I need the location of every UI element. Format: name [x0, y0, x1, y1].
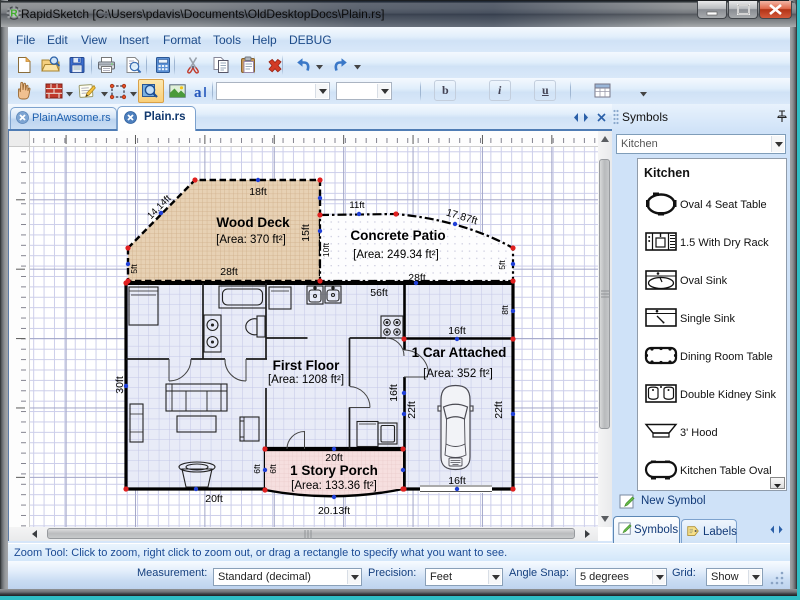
svg-text:Double Kidney Sink: Double Kidney Sink	[680, 389, 777, 401]
svg-text:56ft: 56ft	[370, 287, 388, 299]
svg-text:18ft: 18ft	[249, 186, 267, 198]
svg-text:22ft: 22ft	[493, 401, 505, 419]
svg-text:1 Story Porch: 1 Story Porch	[290, 463, 378, 478]
svg-text:6ft: 6ft	[268, 464, 278, 474]
svg-text:20.13ft: 20.13ft	[318, 505, 350, 517]
svg-text:Wood Deck: Wood Deck	[216, 215, 290, 230]
svg-text:a: a	[194, 85, 202, 100]
svg-text:[Area: 249.34 ft²]: [Area: 249.34 ft²]	[353, 249, 439, 261]
svg-text:16ft: 16ft	[448, 325, 466, 337]
svg-text:Concrete Patio: Concrete Patio	[350, 228, 445, 243]
svg-text:First Floor: First Floor	[273, 358, 340, 373]
svg-text:16ft: 16ft	[388, 384, 400, 402]
svg-text:8ft: 8ft	[500, 305, 510, 315]
svg-text:11ft: 11ft	[349, 200, 365, 211]
svg-text:[Area: 352 ft²]: [Area: 352 ft²]	[423, 368, 493, 380]
svg-text:[Area: 1208 ft²]: [Area: 1208 ft²]	[268, 374, 344, 386]
svg-text:5ft: 5ft	[129, 264, 139, 274]
svg-text:3' Hood: 3' Hood	[680, 427, 718, 439]
svg-text:Dining Room Table: Dining Room Table	[680, 351, 773, 363]
svg-text:1 Car Attached: 1 Car Attached	[412, 345, 507, 360]
svg-text:15ft: 15ft	[300, 224, 312, 242]
svg-text:Oval 4 Seat Table: Oval 4 Seat Table	[680, 199, 767, 211]
svg-text:Single Sink: Single Sink	[680, 313, 736, 325]
svg-text:[Area: 370 ft²]: [Area: 370 ft²]	[216, 234, 286, 246]
svg-text:R: R	[10, 9, 18, 20]
svg-text:Oval Sink: Oval Sink	[680, 275, 728, 287]
svg-text:16ft: 16ft	[448, 475, 466, 487]
svg-text:10ft: 10ft	[321, 242, 331, 257]
svg-text:[Area: 133.36 ft²]: [Area: 133.36 ft²]	[291, 480, 377, 492]
svg-text:28ft: 28ft	[220, 266, 238, 278]
svg-text:6ft: 6ft	[252, 464, 262, 474]
svg-text:22ft: 22ft	[406, 401, 418, 419]
svg-text:5ft: 5ft	[497, 260, 507, 270]
svg-text:1.5 With Dry Rack: 1.5 With Dry Rack	[680, 237, 769, 249]
svg-text:Kitchen Table Oval: Kitchen Table Oval	[680, 465, 772, 477]
svg-text:20ft: 20ft	[205, 493, 223, 505]
